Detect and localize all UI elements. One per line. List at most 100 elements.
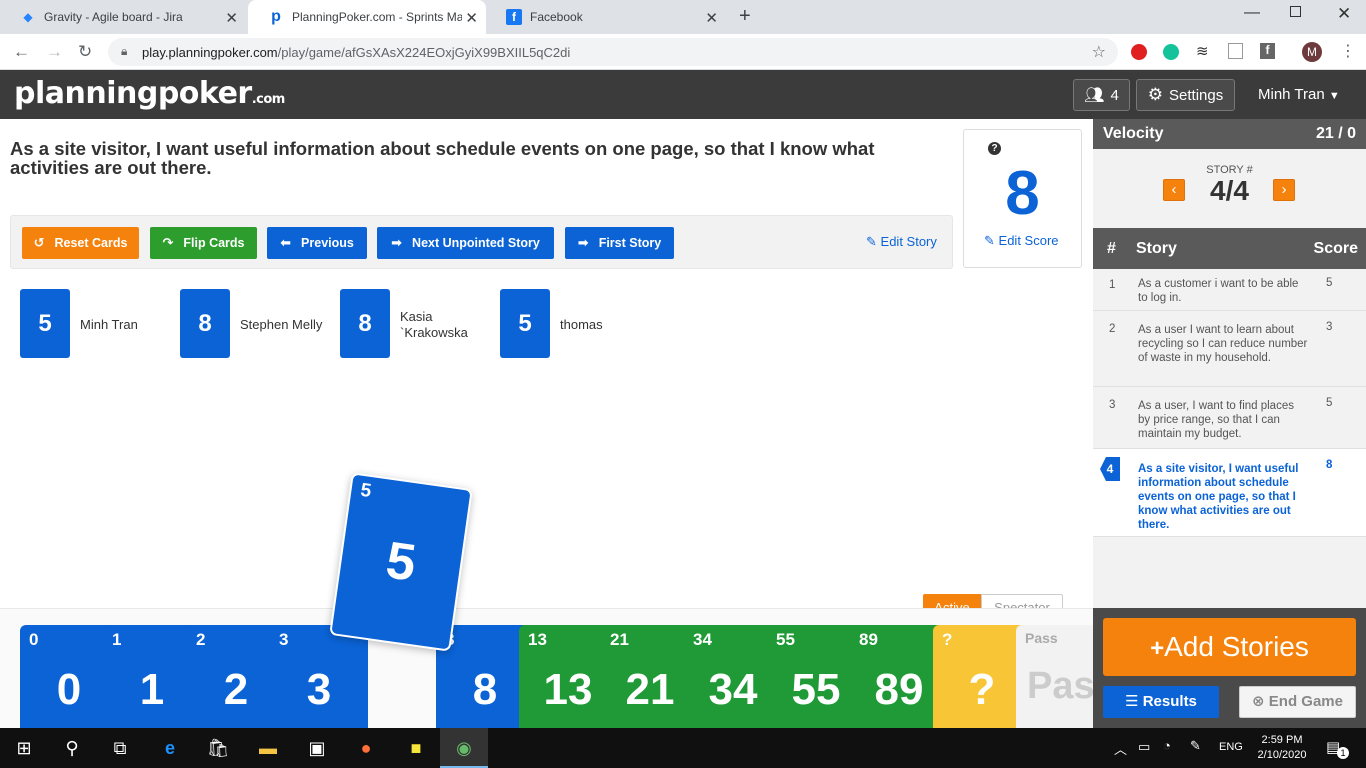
- arrow-right-icon: ➡: [391, 235, 403, 250]
- minimize-icon[interactable]: —: [1244, 4, 1260, 22]
- story-row[interactable]: 3 As a user, I want to find places by pr…: [1093, 387, 1366, 449]
- reset-cards-label: Reset Cards: [54, 236, 128, 250]
- extension-layers-icon[interactable]: ≋: [1196, 42, 1209, 60]
- selected-card[interactable]: 5 5: [329, 472, 473, 652]
- add-stories-button[interactable]: +Add Stories: [1103, 618, 1356, 676]
- story-row[interactable]: 1 As a customer i want to be able to log…: [1093, 269, 1366, 311]
- close-tab-icon[interactable]: ✕: [705, 9, 718, 27]
- story-toolbar: ↺ Reset Cards ↷ Flip Cards ⬅ Previous ➡ …: [10, 215, 953, 269]
- deck-card-corner: Pass: [1025, 630, 1058, 646]
- user-name: Minh Tran: [1258, 86, 1325, 103]
- bookmark-star-icon[interactable]: ☆: [1092, 42, 1106, 62]
- story-row-text: As a customer i want to be able to log i…: [1138, 278, 1299, 304]
- close-tab-icon[interactable]: ✕: [225, 9, 238, 27]
- sticky-notes-icon[interactable]: ■: [404, 736, 428, 760]
- logo[interactable]: planningpoker.com: [14, 76, 285, 111]
- browser-menu-icon[interactable]: ⋮: [1340, 41, 1356, 61]
- app-icon[interactable]: ▣: [305, 736, 329, 760]
- deck-card-value: 3: [306, 665, 332, 714]
- deck-card-corner: 3: [279, 630, 289, 649]
- windows-start-icon[interactable]: ⊞: [12, 736, 36, 760]
- col-story: Story: [1136, 240, 1177, 257]
- settings-button[interactable]: ⚙ Settings: [1136, 79, 1235, 111]
- tab-title: PlanningPoker.com - Sprints Mad: [292, 10, 462, 24]
- chevron-up-icon[interactable]: ︿: [1114, 739, 1127, 758]
- results-button[interactable]: ☰ Results: [1103, 686, 1219, 718]
- players-button[interactable]: 👥︎ 4: [1073, 79, 1130, 111]
- wifi-icon[interactable]: ◔: [1163, 738, 1171, 753]
- tab-facebook[interactable]: f Facebook ✕: [486, 0, 726, 34]
- tab-jira[interactable]: ◆ Gravity - Agile board - Jira ✕: [0, 0, 246, 34]
- planningpoker-icon: p: [271, 8, 281, 25]
- tab-planningpoker[interactable]: p PlanningPoker.com - Sprints Mad ✕: [248, 0, 486, 34]
- deck-card-corner: 13: [528, 630, 547, 649]
- battery-icon[interactable]: ▭: [1138, 739, 1150, 755]
- flip-cards-label: Flip Cards: [183, 236, 245, 250]
- plus-icon: +: [1150, 635, 1165, 662]
- edit-score-link[interactable]: ✎ Edit Score: [984, 233, 1059, 249]
- language-indicator[interactable]: ENG: [1219, 741, 1243, 753]
- story-row-text: As a user I want to learn about recyclin…: [1138, 324, 1308, 364]
- gear-icon: ⚙: [1147, 85, 1164, 104]
- reload-icon[interactable]: ↻: [78, 42, 92, 62]
- restore-icon[interactable]: [1290, 6, 1301, 17]
- next-unpointed-story-button[interactable]: ➡ Next Unpointed Story: [377, 227, 554, 259]
- selected-card-value: 5: [382, 531, 420, 593]
- profile-avatar[interactable]: M: [1302, 42, 1322, 62]
- search-icon[interactable]: ⚲: [60, 736, 84, 760]
- velocity-bar: Velocity 21 / 0: [1093, 119, 1366, 149]
- deck-card-corner: 0: [29, 630, 39, 649]
- deck-card[interactable]: Pass Pass: [1016, 625, 1093, 735]
- forward-icon[interactable]: →: [46, 42, 63, 62]
- flip-cards-button[interactable]: ↷ Flip Cards: [150, 227, 257, 259]
- extension-red-icon[interactable]: [1131, 44, 1147, 60]
- deck-card-value: Pass: [1027, 665, 1093, 707]
- edit-story-label: Edit Story: [880, 234, 937, 249]
- story-row-number: 2: [1109, 323, 1116, 335]
- help-icon[interactable]: ?: [988, 142, 1001, 155]
- extension-grammarly-icon[interactable]: [1163, 44, 1179, 60]
- player-vote-card: 5: [500, 289, 550, 358]
- store-icon[interactable]: 🛍︎: [206, 736, 230, 760]
- reset-cards-button[interactable]: ↺ Reset Cards: [22, 227, 139, 259]
- story-row[interactable]: 2 As a user I want to learn about recycl…: [1093, 311, 1366, 387]
- firefox-icon[interactable]: ●: [354, 736, 378, 760]
- window-close-icon[interactable]: ✕: [1337, 4, 1351, 24]
- story-table-header: # Story Score: [1093, 228, 1366, 269]
- back-icon[interactable]: ←: [13, 42, 30, 62]
- deck-card-corner: 2: [196, 630, 206, 649]
- task-view-icon[interactable]: ⧉: [108, 736, 132, 760]
- user-menu[interactable]: Minh Tran ▼: [1258, 86, 1340, 103]
- url-bar[interactable]: 🔒︎ play.planningpoker.com/play/game/afGs…: [108, 38, 1118, 66]
- clock[interactable]: 2:59 PM 2/10/2020: [1254, 733, 1310, 763]
- player-name: Minh Tran: [80, 317, 138, 332]
- extension-download-icon[interactable]: [1228, 43, 1243, 59]
- deck-card[interactable]: 3 3: [270, 625, 368, 735]
- results-label: Results: [1142, 693, 1197, 710]
- deck-card-corner: 55: [776, 630, 795, 649]
- story-score: 8: [1005, 159, 1040, 228]
- story-row-active[interactable]: 4 As a site visitor, I want useful infor…: [1093, 449, 1366, 537]
- selected-card-corner: 5: [359, 479, 373, 503]
- previous-label: Previous: [301, 236, 354, 250]
- file-explorer-icon[interactable]: ▬: [256, 736, 280, 760]
- chevron-right-icon: ›: [1281, 181, 1287, 198]
- flip-icon: ↷: [162, 235, 174, 250]
- settings-label: Settings: [1169, 86, 1224, 104]
- active-story-marker: 4: [1100, 457, 1120, 481]
- deck-card-corner: 89: [859, 630, 878, 649]
- close-tab-icon[interactable]: ✕: [465, 9, 478, 27]
- player-vote-card: 8: [340, 289, 390, 358]
- new-tab-icon[interactable]: +: [739, 5, 751, 28]
- pen-icon[interactable]: ✎: [1190, 738, 1201, 754]
- story-title: As a site visitor, I want useful informa…: [10, 138, 875, 178]
- edit-story-link[interactable]: ✎ Edit Story: [866, 234, 937, 250]
- previous-button[interactable]: ⬅ Previous: [267, 227, 367, 259]
- next-story-button[interactable]: ›: [1273, 179, 1295, 201]
- end-game-label: End Game: [1268, 693, 1343, 710]
- browser-tab-strip: ◆ Gravity - Agile board - Jira ✕ p Plann…: [0, 0, 1366, 34]
- extension-facebook-icon[interactable]: f: [1260, 43, 1275, 59]
- first-story-button[interactable]: ➡ First Story: [565, 227, 674, 259]
- edge-icon[interactable]: e: [158, 736, 182, 760]
- end-game-button[interactable]: ⊗ End Game: [1239, 686, 1356, 718]
